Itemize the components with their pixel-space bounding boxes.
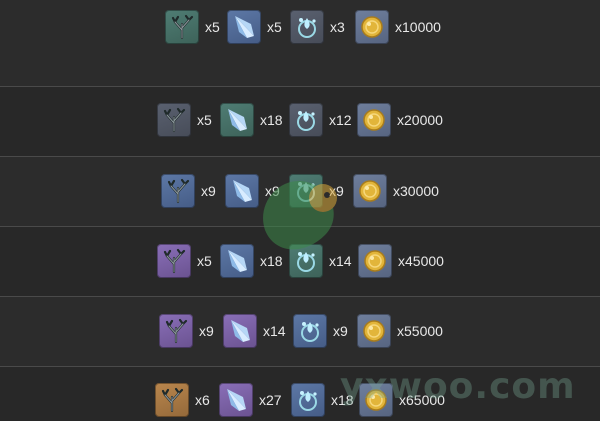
quantity-label: x65000 [399, 392, 445, 408]
cost-row: x9 x14 x9 x55000 [0, 296, 600, 366]
droplet-emblem-icon [293, 314, 327, 348]
row-divider [0, 226, 600, 227]
quantity-label: x6 [195, 392, 210, 408]
quantity-label: x5 [267, 19, 282, 35]
quantity-label: x5 [197, 112, 212, 128]
quantity-label: x9 [329, 183, 344, 199]
quantity-label: x3 [330, 19, 345, 35]
coral-branch-icon [155, 383, 189, 417]
crystal-shard-icon [220, 244, 254, 278]
quantity-label: x5 [205, 19, 220, 35]
quantity-label: x9 [201, 183, 216, 199]
material-cost: x6 [155, 383, 210, 417]
droplet-emblem-icon [289, 174, 323, 208]
mora-cost: x55000 [357, 314, 443, 348]
quantity-label: x9 [265, 183, 280, 199]
quantity-label: x12 [329, 112, 352, 128]
mora-cost: x30000 [353, 174, 439, 208]
row-divider [0, 86, 600, 87]
material-cost: x27 [219, 383, 282, 417]
cost-row: x5 x5 x3 x10000 [0, 0, 600, 86]
droplet-emblem-icon [291, 383, 325, 417]
material-cost: x9 [225, 174, 280, 208]
row-divider [0, 366, 600, 367]
droplet-emblem-icon [289, 244, 323, 278]
material-cost: x18 [291, 383, 354, 417]
quantity-label: x18 [331, 392, 354, 408]
coral-branch-icon [165, 10, 199, 44]
material-cost: x18 [220, 103, 283, 137]
quantity-label: x20000 [397, 112, 443, 128]
quantity-label: x9 [199, 323, 214, 339]
quantity-label: x18 [260, 253, 283, 269]
mora-coin-icon [357, 314, 391, 348]
quantity-label: x10000 [395, 19, 441, 35]
crystal-shard-icon [220, 103, 254, 137]
cost-row: x5 x18 x14 x45000 [0, 226, 600, 296]
quantity-label: x55000 [397, 323, 443, 339]
material-cost: x5 [165, 10, 220, 44]
row-divider [0, 156, 600, 157]
quantity-label: x14 [329, 253, 352, 269]
quantity-label: x14 [263, 323, 286, 339]
cost-row: x5 x18 x12 x20000 [0, 86, 600, 156]
crystal-shard-icon [225, 174, 259, 208]
coral-branch-icon [161, 174, 195, 208]
mora-cost: x10000 [355, 10, 441, 44]
droplet-emblem-icon [289, 103, 323, 137]
material-cost: x3 [290, 10, 345, 44]
quantity-label: x27 [259, 392, 282, 408]
material-cost: x9 [289, 174, 344, 208]
material-cost: x5 [227, 10, 282, 44]
quantity-label: x9 [333, 323, 348, 339]
material-cost: x5 [157, 103, 212, 137]
material-cost: x5 [157, 244, 212, 278]
cost-row: x6 x27 x18 x65000 [0, 366, 600, 421]
crystal-shard-icon [227, 10, 261, 44]
material-cost: x12 [289, 103, 352, 137]
row-divider [0, 296, 600, 297]
crystal-shard-icon [223, 314, 257, 348]
material-cost: x14 [289, 244, 352, 278]
quantity-label: x18 [260, 112, 283, 128]
material-cost: x9 [161, 174, 216, 208]
mora-cost: x45000 [358, 244, 444, 278]
quantity-label: x30000 [393, 183, 439, 199]
cost-row: x9 x9 x9 x30000 [0, 156, 600, 226]
material-cost: x9 [293, 314, 348, 348]
mora-coin-icon [353, 174, 387, 208]
mora-coin-icon [357, 103, 391, 137]
coral-branch-icon [159, 314, 193, 348]
mora-coin-icon [359, 383, 393, 417]
mora-coin-icon [358, 244, 392, 278]
material-cost: x18 [220, 244, 283, 278]
mora-coin-icon [355, 10, 389, 44]
quantity-label: x45000 [398, 253, 444, 269]
coral-branch-icon [157, 244, 191, 278]
material-cost: x14 [223, 314, 286, 348]
mora-cost: x20000 [357, 103, 443, 137]
droplet-emblem-icon [290, 10, 324, 44]
mora-cost: x65000 [359, 383, 445, 417]
crystal-shard-icon [219, 383, 253, 417]
quantity-label: x5 [197, 253, 212, 269]
material-cost: x9 [159, 314, 214, 348]
coral-branch-icon [157, 103, 191, 137]
